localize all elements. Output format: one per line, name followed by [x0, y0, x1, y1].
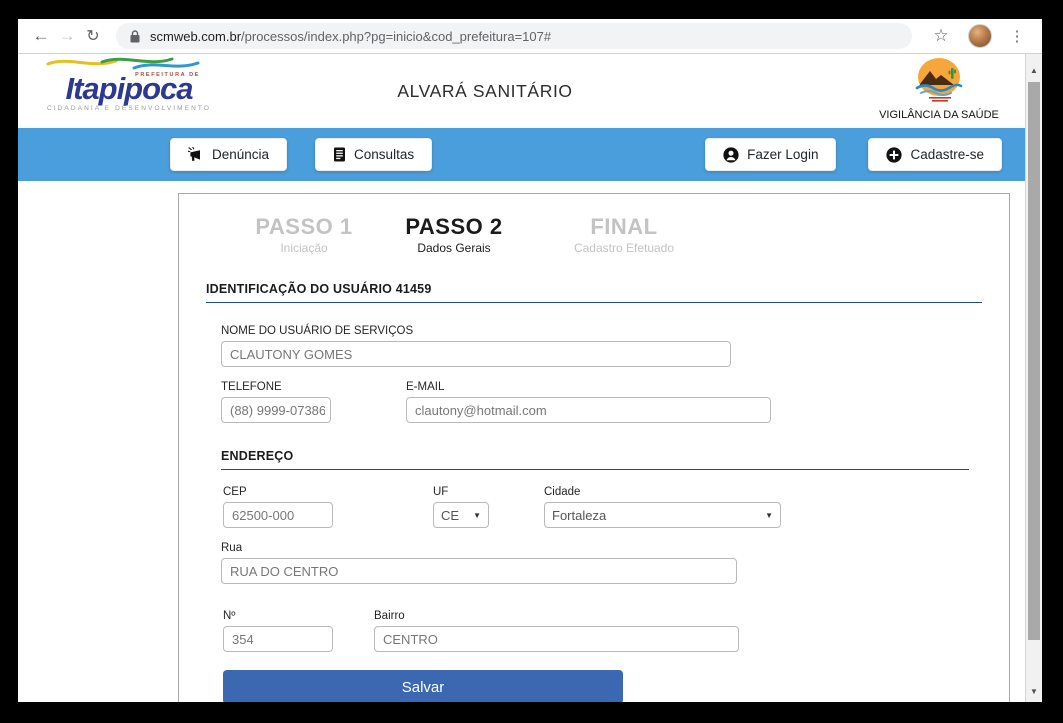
- page-scrollbar[interactable]: ▲ ▼: [1025, 54, 1042, 702]
- denuncia-button[interactable]: Denúncia: [170, 138, 287, 171]
- page-title: ALVARÁ SANITÁRIO: [18, 81, 952, 102]
- url-bar[interactable]: scmweb.com.br/processos/index.php?pg=ini…: [116, 23, 912, 49]
- nome-label: NOME DO USUÁRIO DE SERVIÇOS: [221, 325, 982, 337]
- itapipoca-logo-tagline-top: PREFEITURA DE: [135, 73, 200, 78]
- cidade-field: Cidade Fortaleza ▼: [544, 486, 781, 528]
- navbar-right-group: Fazer Login Cadastre-se: [705, 138, 1002, 171]
- bairro-input[interactable]: [374, 626, 739, 652]
- profile-avatar[interactable]: [968, 24, 992, 48]
- itapipoca-waves-icon: [44, 55, 202, 71]
- telefone-input[interactable]: [221, 397, 331, 423]
- step-title: PASSO 2: [379, 214, 529, 239]
- cep-input[interactable]: [223, 502, 333, 528]
- user-circle-icon: [723, 147, 739, 163]
- cadastre-se-button[interactable]: Cadastre-se: [868, 138, 1002, 171]
- wizard-steps: PASSO 1 Iniciação PASSO 2 Dados Gerais F…: [229, 214, 982, 256]
- itapipoca-logo-tagline-bottom: CIDADANIA E DESENVOLVIMENTO: [44, 105, 214, 112]
- lock-icon: [130, 30, 140, 43]
- url-text: scmweb.com.br/processos/index.php?pg=ini…: [150, 29, 551, 44]
- cidade-selected-value: Fortaleza: [552, 508, 606, 523]
- forward-icon[interactable]: →: [54, 26, 80, 46]
- step-passo-1: PASSO 1 Iniciação: [229, 214, 379, 256]
- main-content: PASSO 1 Iniciação PASSO 2 Dados Gerais F…: [18, 181, 1025, 702]
- numero-input[interactable]: [223, 626, 333, 652]
- url-path: /processos/index.php?pg=inicio&cod_prefe…: [241, 29, 551, 44]
- scroll-up-icon[interactable]: ▲: [1026, 66, 1042, 75]
- uf-field: UF CE ▼: [433, 486, 489, 528]
- section-divider: [206, 302, 982, 303]
- cep-label: CEP: [223, 486, 333, 498]
- desktop-background: ← → ↻ scmweb.com.br/processos/index.php?…: [0, 0, 1063, 723]
- step-title: PASSO 1: [229, 214, 379, 239]
- email-field: E-MAIL: [406, 381, 771, 423]
- site-header: Itapipoca PREFEITURA DE CIDADANIA E DESE…: [18, 54, 1025, 128]
- vigilancia-logo: VIGILÂNCIA DA SAÚDE: [857, 57, 1021, 121]
- step-passo-2: PASSO 2 Dados Gerais: [379, 214, 529, 256]
- vigilancia-sun-icon: [907, 57, 971, 103]
- step-final: FINAL Cadastro Efetuado: [529, 214, 719, 256]
- plus-circle-icon: [886, 147, 902, 163]
- email-label: E-MAIL: [406, 381, 771, 393]
- vigilancia-caption: VIGILÂNCIA DA SAÚDE: [857, 109, 1021, 121]
- cidade-label: Cidade: [544, 486, 781, 498]
- telefone-field: TELEFONE: [221, 381, 331, 423]
- step-subtitle: Cadastro Efetuado: [529, 241, 719, 256]
- uf-selected-value: CE: [441, 508, 459, 523]
- bairro-label: Bairro: [374, 610, 739, 622]
- denuncia-label: Denúncia: [212, 147, 269, 162]
- step-subtitle: Iniciação: [229, 241, 379, 256]
- cidade-select[interactable]: Fortaleza ▼: [544, 502, 781, 528]
- form-card: PASSO 1 Iniciação PASSO 2 Dados Gerais F…: [178, 193, 1010, 702]
- salvar-button[interactable]: Salvar: [223, 670, 623, 702]
- back-icon[interactable]: ←: [28, 26, 54, 46]
- fazer-login-button[interactable]: Fazer Login: [705, 138, 836, 171]
- nome-input[interactable]: [221, 341, 731, 367]
- rua-label: Rua: [221, 542, 982, 554]
- fazer-login-label: Fazer Login: [747, 147, 818, 162]
- email-input[interactable]: [406, 397, 771, 423]
- numero-bairro-row: Nº Bairro: [221, 610, 982, 652]
- cadastre-se-label: Cadastre-se: [910, 147, 984, 162]
- numero-field: Nº: [223, 610, 333, 652]
- browser-window: ← → ↻ scmweb.com.br/processos/index.php?…: [18, 19, 1042, 702]
- endereco-section-title: ENDEREÇO: [221, 449, 982, 463]
- uf-select[interactable]: CE ▼: [433, 502, 489, 528]
- step-title: FINAL: [529, 214, 719, 239]
- consultas-button[interactable]: Consultas: [315, 138, 432, 171]
- endereco-section: ENDEREÇO CEP UF CE: [221, 449, 982, 702]
- uf-label: UF: [433, 486, 489, 498]
- megaphone-icon: [188, 147, 204, 162]
- telefone-label: TELEFONE: [221, 381, 331, 393]
- step-subtitle: Dados Gerais: [379, 241, 529, 256]
- refresh-icon[interactable]: ↻: [80, 26, 106, 46]
- chevron-down-icon: ▼: [765, 511, 773, 520]
- cep-field: CEP: [223, 486, 333, 528]
- scroll-down-icon[interactable]: ▼: [1026, 687, 1042, 696]
- scrollbar-thumb[interactable]: [1028, 82, 1040, 640]
- page-viewport: Itapipoca PREFEITURA DE CIDADANIA E DESE…: [18, 54, 1025, 702]
- document-icon: [333, 147, 346, 162]
- rua-input[interactable]: [221, 558, 737, 584]
- rua-field: Rua: [221, 542, 982, 584]
- bookmark-star-icon[interactable]: ☆: [928, 26, 954, 46]
- navbar-left-group: Denúncia Consultas: [170, 138, 432, 171]
- bairro-field: Bairro: [374, 610, 739, 652]
- section-divider: [221, 469, 969, 470]
- telefone-email-row: TELEFONE E-MAIL: [221, 381, 982, 423]
- browser-toolbar: ← → ↻ scmweb.com.br/processos/index.php?…: [18, 19, 1042, 54]
- identificacao-section-title: IDENTIFICAÇÃO DO USUÁRIO 41459: [206, 282, 982, 296]
- chevron-down-icon: ▼: [473, 511, 481, 520]
- numero-label: Nº: [223, 610, 333, 622]
- main-navbar: Denúncia Consultas: [18, 128, 1025, 181]
- cep-uf-cidade-row: CEP UF CE ▼: [221, 486, 982, 528]
- url-domain: scmweb.com.br: [150, 29, 241, 44]
- form-body: NOME DO USUÁRIO DE SERVIÇOS TELEFONE E-M…: [221, 325, 982, 702]
- browser-menu-icon[interactable]: ⋮: [1004, 27, 1030, 45]
- consultas-label: Consultas: [354, 147, 414, 162]
